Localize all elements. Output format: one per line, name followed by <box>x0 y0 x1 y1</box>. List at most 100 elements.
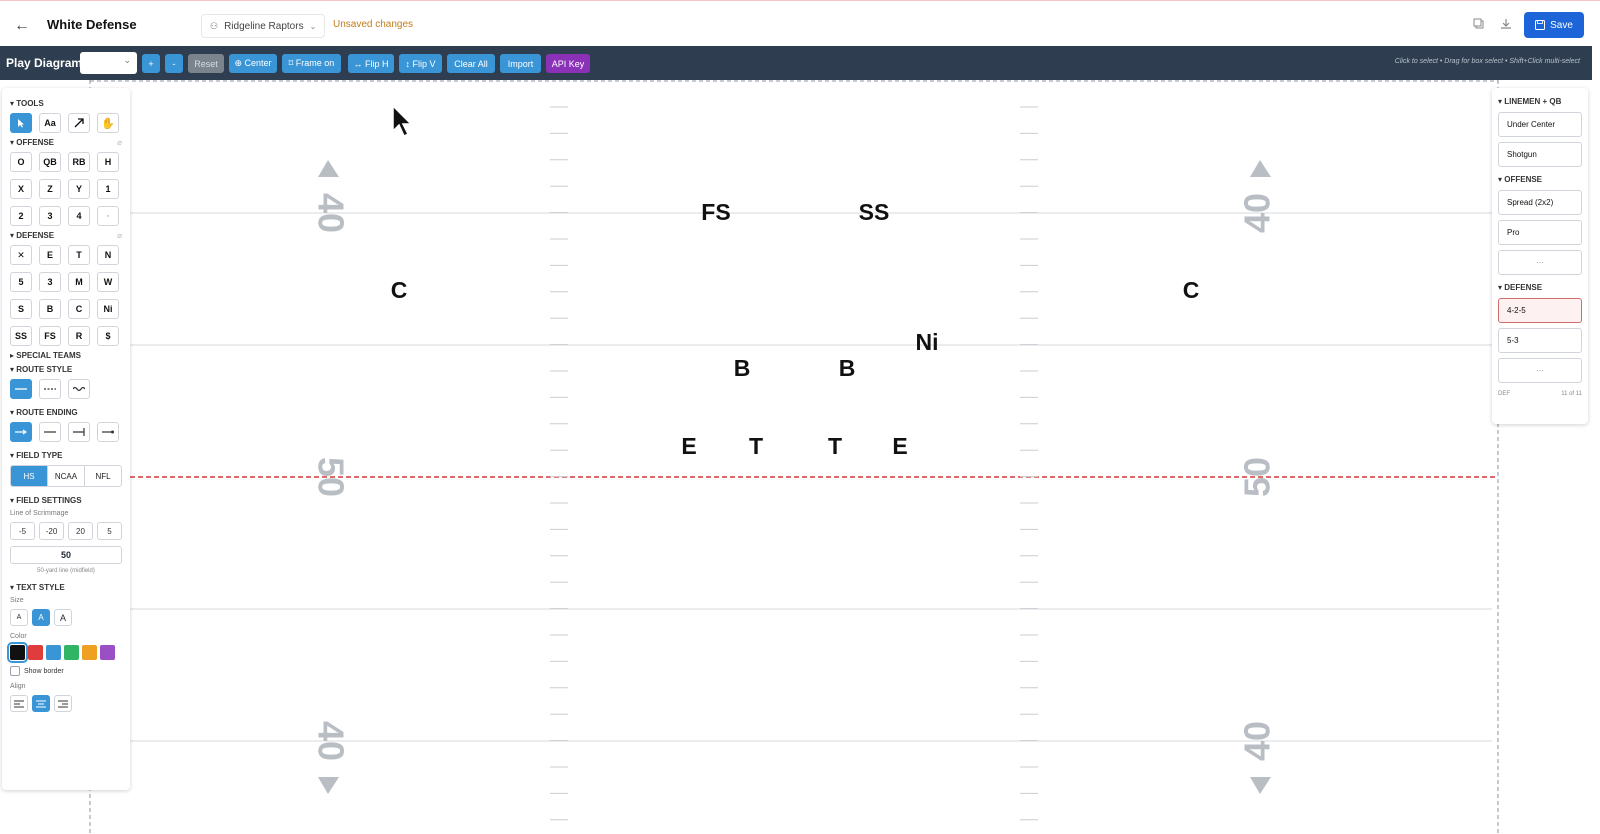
block-ending-button[interactable] <box>68 422 90 442</box>
solid-route-button[interactable] <box>10 379 32 399</box>
offense-player-button[interactable]: H <box>97 152 119 172</box>
route-tool-button[interactable] <box>68 113 90 133</box>
none-ending-button[interactable] <box>39 422 61 442</box>
play-select[interactable]: ⌄ <box>80 52 137 74</box>
color-swatch[interactable] <box>82 645 97 660</box>
zoom-in-button[interactable]: + <box>142 54 160 73</box>
los-minus-20-button[interactable]: -20 <box>39 522 64 540</box>
wavy-route-button[interactable] <box>68 379 90 399</box>
color-swatch[interactable] <box>7 642 28 663</box>
color-swatch[interactable] <box>64 645 79 660</box>
offense-section-title[interactable]: ▾ OFFENSE ⌀ <box>10 138 122 147</box>
formation-pro[interactable]: Pro <box>1498 220 1582 245</box>
offense-player-button[interactable]: O <box>10 152 32 172</box>
field-type-nfl[interactable]: NFL <box>85 466 121 486</box>
player-c-left[interactable]: C <box>391 277 408 303</box>
zoom-out-button[interactable]: - <box>165 54 183 73</box>
offense-formations-title[interactable]: ▾ OFFENSE <box>1498 175 1582 184</box>
field-type-ncaa[interactable]: NCAA <box>48 466 85 486</box>
color-swatch[interactable] <box>28 645 43 660</box>
defense-formations-title[interactable]: ▾ DEFENSE <box>1498 283 1582 292</box>
player-b-right[interactable]: B <box>839 355 856 381</box>
defense-player-button[interactable]: SS <box>10 326 32 346</box>
frame-on-button[interactable]: ⌑ Frame on <box>282 54 341 73</box>
offense-player-button[interactable]: ▫ <box>97 206 119 226</box>
flip-h-button[interactable]: ↔ Flip H <box>348 54 394 73</box>
text-tool-button[interactable]: Aa <box>39 113 61 133</box>
defense-player-button[interactable]: S <box>10 299 32 319</box>
los-input[interactable]: 50 <box>10 546 122 564</box>
defense-section-title[interactable]: ▾ DEFENSE ⌀ <box>10 231 122 240</box>
text-style-section-title[interactable]: ▾ TEXT STYLE <box>10 583 122 592</box>
offense-player-button[interactable]: RB <box>68 152 90 172</box>
offense-player-button[interactable]: QB <box>39 152 61 172</box>
route-ending-section-title[interactable]: ▾ ROUTE ENDING <box>10 408 122 417</box>
player-c-right[interactable]: C <box>1183 277 1200 303</box>
player-t-left[interactable]: T <box>749 433 763 459</box>
clear-all-button[interactable]: Clear All <box>447 54 495 73</box>
formation-under-center[interactable]: Under Center <box>1498 112 1582 137</box>
special-teams-section-title[interactable]: ▸ SPECIAL TEAMS <box>10 351 122 360</box>
player-b-left[interactable]: B <box>734 355 751 381</box>
color-swatch[interactable] <box>46 645 61 660</box>
flip-v-button[interactable]: ↕ Flip V <box>399 54 442 73</box>
field-type-hs[interactable]: HS <box>11 466 48 486</box>
align-right-button[interactable] <box>54 695 72 712</box>
arrow-ending-button[interactable] <box>10 422 32 442</box>
offense-player-button[interactable]: Z <box>39 179 61 199</box>
defense-more-button[interactable]: ··· <box>1498 358 1582 383</box>
color-swatch[interactable] <box>100 645 115 660</box>
offense-player-button[interactable]: 1 <box>97 179 119 199</box>
formation-4-2-5[interactable]: 4-2-5 <box>1498 298 1582 323</box>
align-center-button[interactable] <box>32 695 50 712</box>
field-type-section-title[interactable]: ▾ FIELD TYPE <box>10 451 122 460</box>
formation-5-3[interactable]: 5-3 <box>1498 328 1582 353</box>
copy-button[interactable] <box>1471 18 1487 33</box>
text-size-small[interactable]: A <box>10 609 28 626</box>
defense-player-button[interactable]: FS <box>39 326 61 346</box>
dot-ending-button[interactable] <box>97 422 119 442</box>
formation-spread[interactable]: Spread (2x2) <box>1498 190 1582 215</box>
tools-section-title[interactable]: ▾ TOOLS <box>10 99 122 108</box>
center-button[interactable]: ⊕ Center <box>229 54 277 73</box>
formation-shotgun[interactable]: Shotgun <box>1498 142 1582 167</box>
text-size-medium[interactable]: A <box>32 609 50 626</box>
los-minus-5-button[interactable]: -5 <box>10 522 35 540</box>
defense-player-button[interactable]: E <box>39 245 61 265</box>
los-plus-5-button[interactable]: 5 <box>97 522 122 540</box>
offense-player-button[interactable]: 4 <box>68 206 90 226</box>
select-tool-button[interactable] <box>10 113 32 133</box>
defense-player-button[interactable]: ✕ <box>10 245 32 265</box>
defense-player-button[interactable]: 5 <box>10 272 32 292</box>
defense-player-button[interactable]: T <box>68 245 90 265</box>
defense-player-button[interactable]: Ni <box>97 299 119 319</box>
team-selector[interactable]: ⚇ Ridgeline Raptors ⌄ <box>201 14 326 38</box>
route-style-section-title[interactable]: ▾ ROUTE STYLE <box>10 365 122 374</box>
player-e-right[interactable]: E <box>892 433 907 459</box>
back-button[interactable]: ← <box>12 16 32 36</box>
defense-player-button[interactable]: 3 <box>39 272 61 292</box>
offense-more-button[interactable]: ··· <box>1498 250 1582 275</box>
pan-tool-button[interactable]: ✋ <box>97 113 119 133</box>
defense-player-button[interactable]: W <box>97 272 119 292</box>
offense-player-button[interactable]: X <box>10 179 32 199</box>
defense-player-button[interactable]: C <box>68 299 90 319</box>
api-key-button[interactable]: API Key <box>546 54 590 73</box>
linemen-section-title[interactable]: ▾ LINEMEN + QB <box>1498 97 1582 106</box>
player-ss[interactable]: SS <box>859 199 890 225</box>
player-fs[interactable]: FS <box>701 199 730 225</box>
text-size-large[interactable]: A <box>54 609 72 626</box>
field-settings-section-title[interactable]: ▾ FIELD SETTINGS <box>10 496 122 505</box>
dashed-route-button[interactable] <box>39 379 61 399</box>
download-button[interactable] <box>1498 18 1514 33</box>
defense-player-button[interactable]: M <box>68 272 90 292</box>
player-e-left[interactable]: E <box>681 433 696 459</box>
offense-player-button[interactable]: Y <box>68 179 90 199</box>
save-button[interactable]: Save <box>1524 12 1584 38</box>
reset-button[interactable]: Reset <box>188 54 224 73</box>
los-plus-20-button[interactable]: 20 <box>68 522 93 540</box>
defense-player-button[interactable]: B <box>39 299 61 319</box>
offense-player-button[interactable]: 3 <box>39 206 61 226</box>
defense-player-button[interactable]: $ <box>97 326 119 346</box>
player-t-right[interactable]: T <box>828 433 842 459</box>
